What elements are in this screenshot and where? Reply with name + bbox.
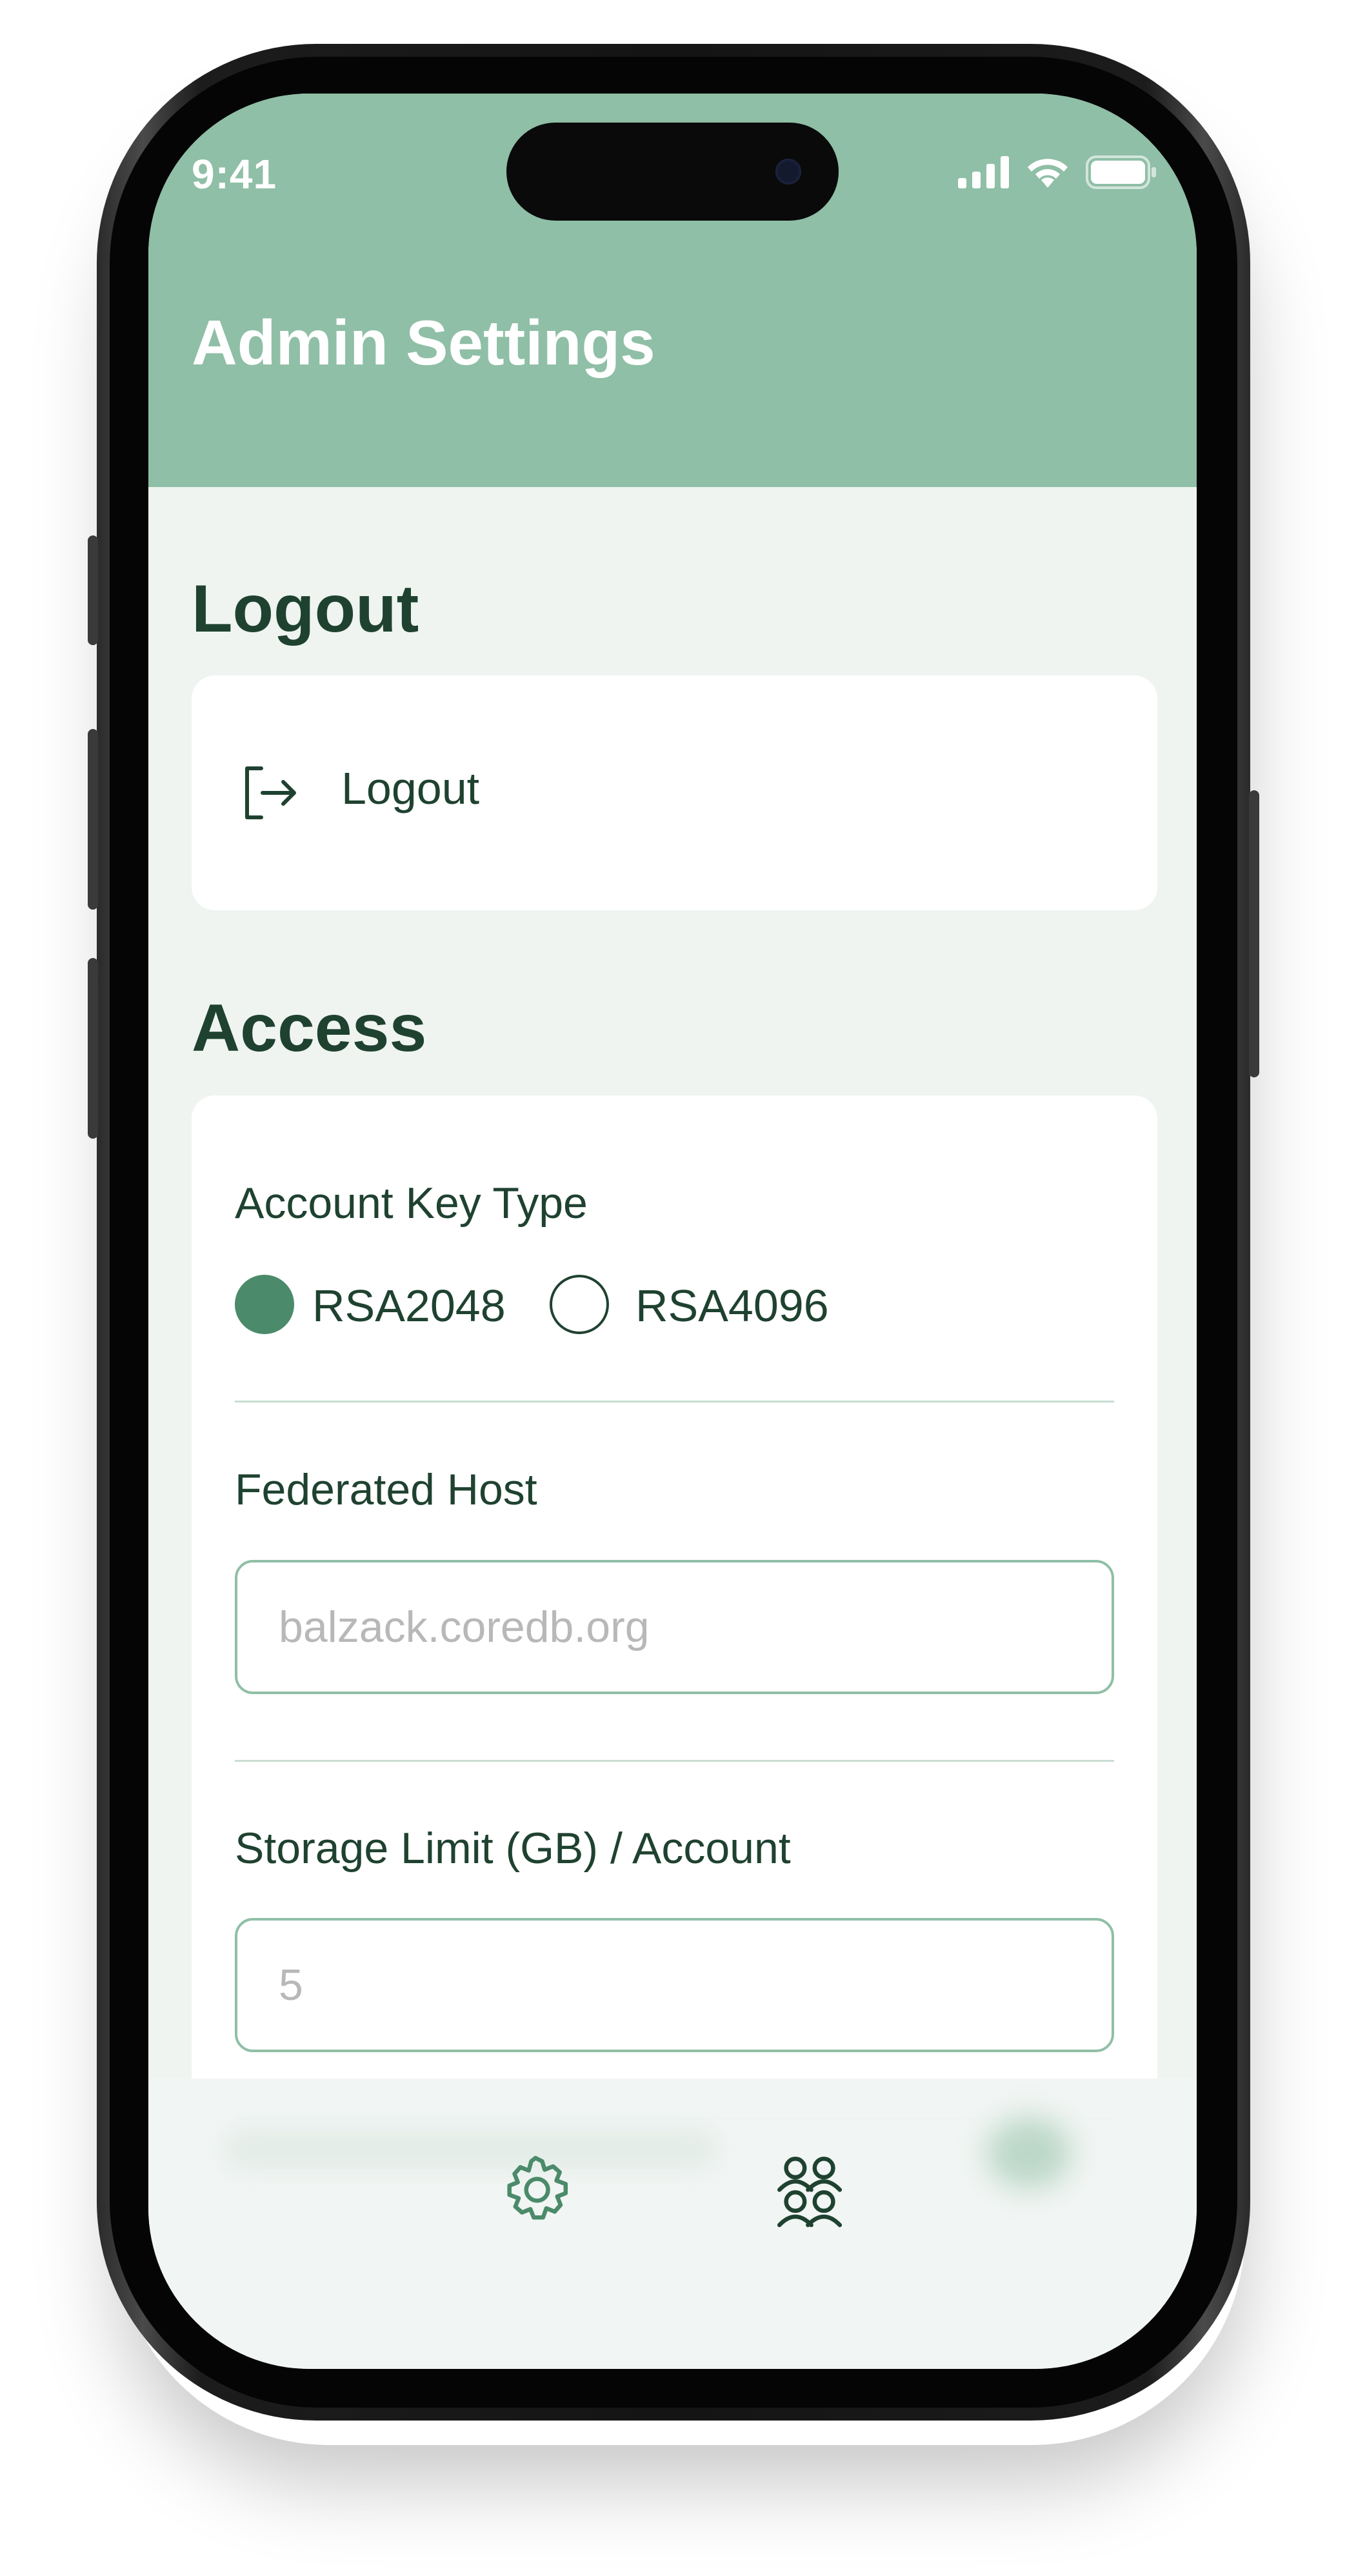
storage-limit-input[interactable]: [235, 1918, 1114, 2052]
radio-rsa2048-label[interactable]: RSA2048: [312, 1280, 506, 1332]
radio-rsa4096[interactable]: [550, 1275, 609, 1334]
federated-host-input[interactable]: [235, 1560, 1114, 1694]
access-section-title: Access: [192, 991, 427, 1066]
volume-up-button: [88, 729, 98, 910]
status-icons: [958, 153, 1158, 192]
radio-rsa4096-label[interactable]: RSA4096: [635, 1280, 829, 1332]
header: 9:41 Admin Settings: [148, 94, 1197, 487]
divider: [235, 1760, 1114, 1762]
gear-icon[interactable]: [494, 2150, 577, 2233]
users-icon[interactable]: [768, 2150, 852, 2233]
logout-icon: [245, 766, 296, 819]
battery-icon: [1086, 155, 1156, 189]
logout-button[interactable]: Logout: [192, 675, 1157, 910]
logout-card: Logout: [192, 675, 1157, 910]
action-button: [88, 535, 98, 645]
camera-icon: [775, 159, 801, 185]
divider: [235, 1401, 1114, 1403]
signal-icon: [958, 156, 1009, 188]
page-title: Admin Settings: [192, 307, 655, 378]
dynamic-island: [506, 123, 839, 221]
storage-limit-label: Storage Limit (GB) / Account: [235, 1824, 791, 1873]
volume-down-button: [88, 958, 98, 1139]
tab-bar: [148, 2079, 1197, 2369]
logout-label: Logout: [341, 763, 480, 814]
logout-section-title: Logout: [192, 572, 419, 646]
access-card: Account Key Type RSA2048 RSA4096 Federat…: [192, 1095, 1157, 2192]
screen: 9:41 Admin Settings Logout Logout Access…: [148, 94, 1197, 2369]
federated-host-label: Federated Host: [235, 1465, 537, 1514]
wifi-icon: [1028, 159, 1068, 188]
blurred-content: [226, 2130, 716, 2169]
power-button: [1249, 790, 1259, 1077]
status-time: 9:41: [192, 151, 277, 197]
account-key-type-label: Account Key Type: [235, 1179, 588, 1228]
blurred-content: [987, 2117, 1071, 2188]
radio-rsa2048[interactable]: [235, 1275, 294, 1334]
